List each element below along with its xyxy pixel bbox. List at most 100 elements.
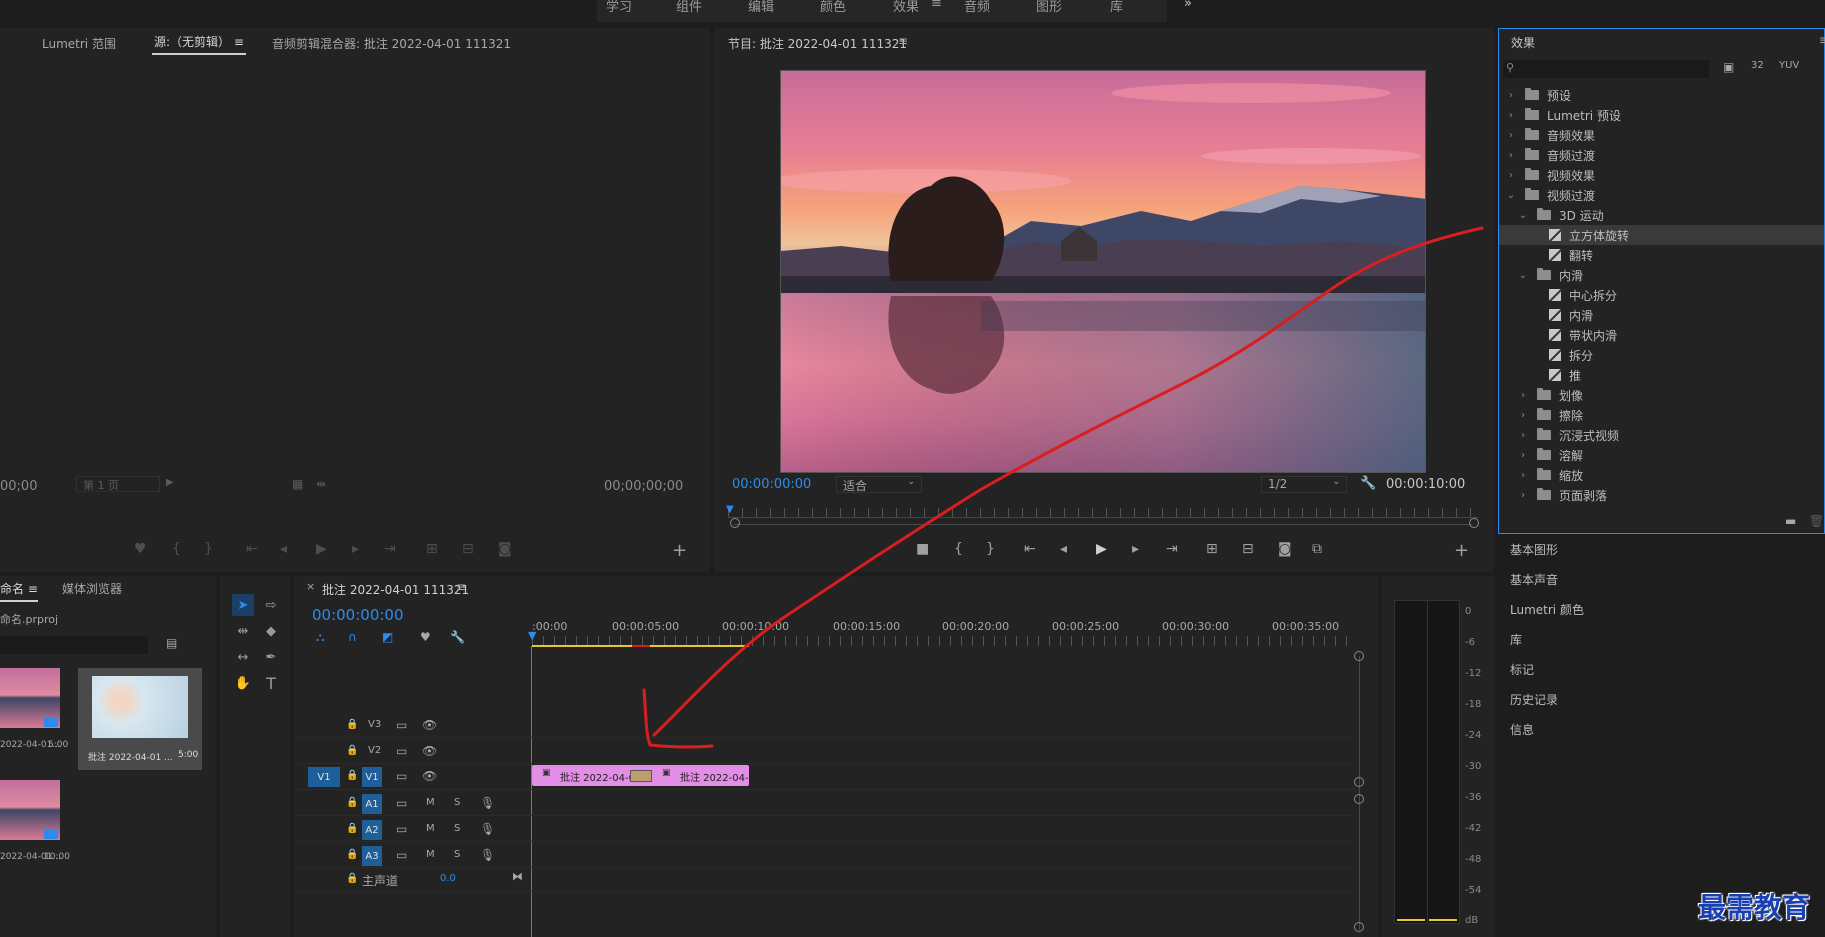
effects-folder[interactable]: › 沉浸式视频	[1499, 425, 1824, 445]
master-expand-icon[interactable]: ⧓	[512, 870, 523, 883]
effects-folder[interactable]: › 预设	[1499, 85, 1824, 105]
panel-info[interactable]: 信息	[1510, 721, 1534, 738]
panel-lumetri-color[interactable]: Lumetri 颜色	[1510, 601, 1584, 618]
new-search-bin-icon[interactable]: ▤	[166, 636, 177, 650]
timeline-timecode[interactable]: 00:00:00:00	[312, 606, 404, 624]
slip-tool-icon[interactable]: ↔	[232, 646, 254, 668]
lock-icon[interactable]: 🔒	[346, 797, 358, 808]
new-bin-icon[interactable]: ▬	[1785, 514, 1796, 528]
sequence-title[interactable]: 批注 2022-04-01 111321	[322, 581, 469, 598]
effects-folder[interactable]: › Lumetri 预设	[1499, 105, 1824, 125]
effects-folder[interactable]: › 擦除	[1499, 405, 1824, 425]
transition-marker[interactable]	[630, 770, 652, 782]
source-add-button[interactable]: +	[672, 540, 687, 561]
track-v3-label[interactable]: V3	[368, 719, 381, 730]
effects-title[interactable]: 效果	[1511, 34, 1535, 51]
panel-history[interactable]: 历史记录	[1510, 691, 1558, 708]
timeline-playhead-icon[interactable]: ▼	[528, 629, 536, 642]
panel-essential-sound[interactable]: 基本声音	[1510, 571, 1558, 588]
mute-button[interactable]: M	[426, 797, 435, 808]
eye-icon[interactable]: 👁	[422, 744, 437, 758]
solo-button[interactable]: S	[454, 849, 460, 860]
extract-icon[interactable]: ⊟	[1242, 541, 1254, 557]
effects-folder[interactable]: › 划像	[1499, 385, 1824, 405]
project-item-3[interactable]: 2022-04-01... 10:00	[0, 780, 74, 864]
tab-lumetri-scopes[interactable]: Lumetri 范围	[42, 35, 116, 52]
chevron-right-icon[interactable]: ›	[1517, 450, 1529, 461]
chevron-right-icon[interactable]: ›	[1505, 150, 1517, 161]
snap-icon[interactable]: ∩	[348, 630, 357, 644]
source-step-fwd-icon[interactable]: ▸	[352, 541, 359, 557]
track-a3-label[interactable]: A3	[362, 846, 382, 866]
effects-folder[interactable]: › 溶解	[1499, 445, 1824, 465]
track-select-tool-icon[interactable]: ⇨	[260, 594, 282, 616]
sync-lock-icon[interactable]: ▭	[396, 848, 407, 862]
comparison-view-icon[interactable]: ⧉	[1312, 541, 1322, 557]
pen-tool-icon[interactable]: ✒	[260, 646, 282, 668]
track-a1-label[interactable]: A1	[362, 794, 382, 814]
source-overwrite-icon[interactable]: ⊟	[462, 541, 474, 557]
scroll-handle[interactable]	[1354, 651, 1364, 661]
source-go-in-icon[interactable]: ⇤	[246, 541, 258, 557]
master-volume-value[interactable]: 0.0	[440, 873, 456, 884]
program-go-in-icon[interactable]: ⇤	[1024, 541, 1036, 557]
tab-media-browser[interactable]: 媒体浏览器	[62, 580, 122, 597]
workspace-tab-color[interactable]: 颜色	[820, 0, 846, 15]
effects-folder[interactable]: ⌄ 3D 运动	[1499, 205, 1824, 225]
source-mark-out-icon[interactable]: }	[204, 541, 213, 557]
selection-tool-icon[interactable]: ➤	[232, 594, 254, 616]
chevron-right-icon[interactable]: ›	[1517, 390, 1529, 401]
effects-item[interactable]: 内滑	[1499, 305, 1824, 325]
chevron-down-icon[interactable]: ⌄	[1505, 190, 1517, 201]
nest-toggle-icon[interactable]: ⛬	[316, 630, 324, 645]
workspace-tab-libraries[interactable]: 库	[1110, 0, 1123, 15]
program-scrub-ruler[interactable]	[728, 508, 1478, 518]
program-go-out-icon[interactable]: ⇥	[1166, 541, 1178, 557]
lift-icon[interactable]: ⊞	[1206, 541, 1218, 557]
sync-lock-icon[interactable]: ▭	[396, 718, 407, 732]
timeline-v-scrollbar[interactable]	[1359, 656, 1360, 930]
razor-tool-icon[interactable]: ◆	[260, 620, 282, 642]
lock-icon[interactable]: 🔒	[346, 719, 358, 730]
track-v1-label[interactable]: V1	[362, 767, 382, 787]
page-select[interactable]: 第 1 页	[76, 476, 160, 492]
delete-icon[interactable]: 🗑	[1809, 514, 1824, 528]
clip-b-label[interactable]: 批注 2022-04-0	[680, 769, 755, 784]
source-go-out-icon[interactable]: ⇥	[384, 541, 396, 557]
workspace-tab-editing[interactable]: 编辑	[748, 0, 774, 15]
lock-icon[interactable]: 🔒	[346, 873, 358, 884]
effects-item[interactable]: 翻转	[1499, 245, 1824, 265]
solo-button[interactable]: S	[454, 797, 460, 808]
lock-icon[interactable]: 🔒	[346, 770, 358, 781]
source-play-icon[interactable]: ▶	[316, 541, 327, 557]
source-export-frame-icon[interactable]: ◙	[498, 541, 512, 557]
add-marker-icon[interactable]: ♥	[420, 630, 431, 644]
clip-a-label[interactable]: 批注 2022-04-0	[560, 769, 635, 784]
mute-button[interactable]: M	[426, 823, 435, 834]
source-insert-btn-icon[interactable]: ⊞	[426, 541, 438, 557]
chevron-right-icon[interactable]: ›	[1517, 490, 1529, 501]
effects-folder[interactable]: ⌄ 内滑	[1499, 265, 1824, 285]
export-frame-icon[interactable]: ◙	[1278, 541, 1292, 557]
chevron-down-icon[interactable]: ⌄	[1517, 270, 1529, 281]
timeline-settings-icon[interactable]: 🔧	[450, 630, 465, 644]
scroll-handle[interactable]	[1354, 922, 1364, 932]
hand-tool-icon[interactable]: ✋	[232, 672, 254, 694]
solo-button[interactable]: S	[454, 823, 460, 834]
wrench-icon[interactable]: 🔧	[1360, 476, 1376, 491]
workspace-tab-effects[interactable]: 效果	[893, 0, 919, 15]
program-play-icon[interactable]: ▶	[1096, 541, 1107, 557]
eye-icon[interactable]: 👁	[422, 718, 437, 732]
program-zoom-bar[interactable]	[734, 524, 1472, 525]
track-a2-label[interactable]: A2	[362, 820, 382, 840]
yuv-effects-icon[interactable]: YUV	[1779, 60, 1799, 71]
accelerated-effects-icon[interactable]: ▣	[1723, 60, 1734, 74]
panel-essential-graphics[interactable]: 基本图形	[1510, 541, 1558, 558]
lock-icon[interactable]: 🔒	[346, 745, 358, 756]
program-add-button[interactable]: +	[1454, 540, 1469, 561]
effects-item[interactable]: 立方体旋转	[1499, 225, 1824, 245]
program-preview-image[interactable]	[780, 70, 1426, 473]
lock-icon[interactable]: 🔒	[346, 849, 358, 860]
program-playhead[interactable]: ▼	[726, 504, 734, 515]
chevron-right-icon[interactable]: ›	[1505, 170, 1517, 181]
